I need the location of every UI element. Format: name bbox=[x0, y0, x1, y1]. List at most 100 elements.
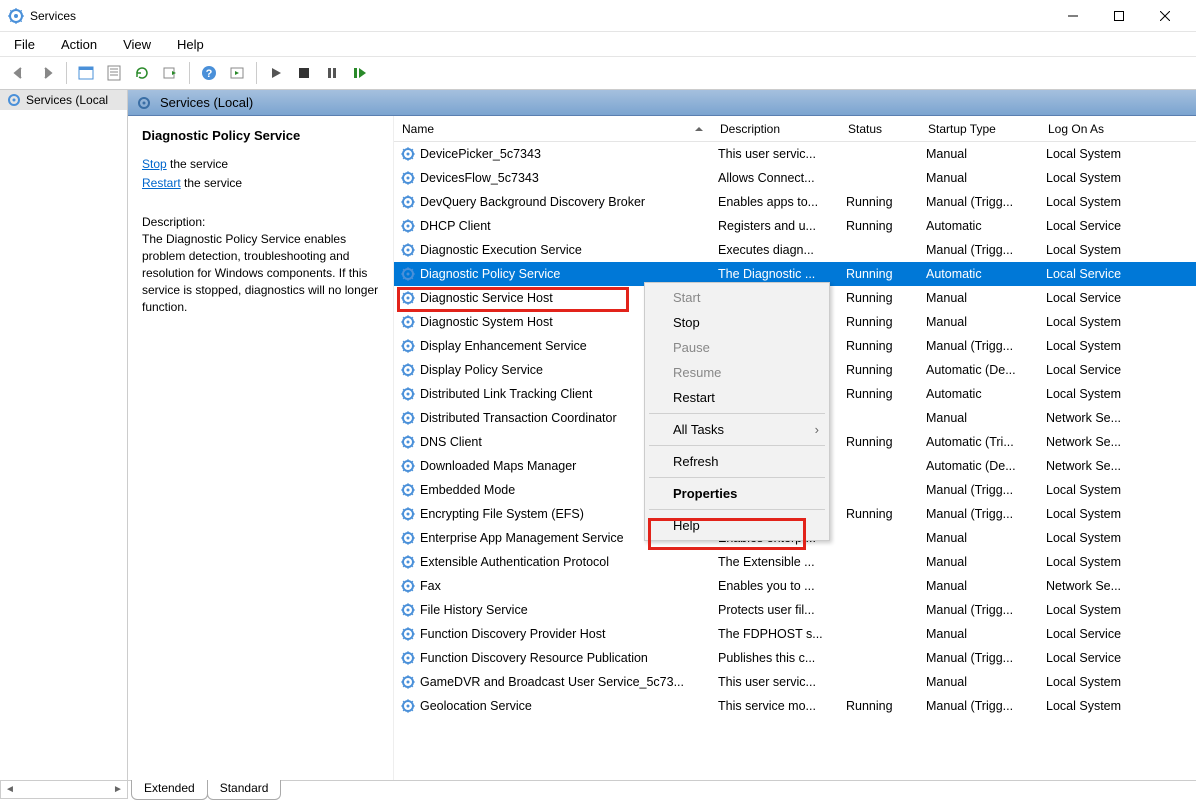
ctx-restart[interactable]: Restart bbox=[645, 385, 829, 410]
column-startup-type[interactable]: Startup Type bbox=[920, 116, 1040, 141]
service-row[interactable]: DHCP ClientRegisters and u...RunningAuto… bbox=[394, 214, 1196, 238]
ctx-properties[interactable]: Properties bbox=[645, 481, 829, 506]
cell-logon: Local Service bbox=[1040, 219, 1140, 233]
cell-description: Allows Connect... bbox=[712, 171, 840, 185]
list-header: Name Description Status Startup Type Log… bbox=[394, 116, 1196, 142]
service-row[interactable]: Function Discovery Provider HostThe FDPH… bbox=[394, 622, 1196, 646]
cell-logon: Local System bbox=[1040, 675, 1140, 689]
maximize-button[interactable] bbox=[1096, 0, 1142, 31]
cell-logon: Local System bbox=[1040, 171, 1140, 185]
cell-logon: Local System bbox=[1040, 315, 1140, 329]
service-row[interactable]: DevicePicker_5c7343This user servic...Ma… bbox=[394, 142, 1196, 166]
help-toolbar-button[interactable]: ? bbox=[196, 60, 222, 86]
run-toolbar-button[interactable] bbox=[224, 60, 250, 86]
cell-logon: Network Se... bbox=[1040, 411, 1140, 425]
cell-status: Running bbox=[840, 267, 920, 281]
menu-help[interactable]: Help bbox=[173, 35, 208, 54]
pause-service-button[interactable] bbox=[319, 60, 345, 86]
cell-status: Running bbox=[840, 387, 920, 401]
stop-link[interactable]: Stop bbox=[142, 157, 167, 171]
service-row[interactable]: FaxEnables you to ...ManualNetwork Se... bbox=[394, 574, 1196, 598]
menu-view[interactable]: View bbox=[119, 35, 155, 54]
gear-icon bbox=[136, 95, 152, 111]
cell-description: Registers and u... bbox=[712, 219, 840, 233]
forward-button[interactable] bbox=[34, 60, 60, 86]
cell-logon: Local Service bbox=[1040, 651, 1140, 665]
cell-status: Running bbox=[840, 315, 920, 329]
list-pane: Name Description Status Startup Type Log… bbox=[394, 116, 1196, 780]
service-row[interactable]: DevicesFlow_5c7343Allows Connect... Manua… bbox=[394, 166, 1196, 190]
info-pane: Diagnostic Policy Service Stop the servi… bbox=[128, 116, 394, 780]
ctx-stop[interactable]: Stop bbox=[645, 310, 829, 335]
cell-logon: Local System bbox=[1040, 387, 1140, 401]
cell-name: DevicesFlow_5c7343 bbox=[394, 170, 712, 186]
menu-action[interactable]: Action bbox=[57, 35, 101, 54]
back-button[interactable] bbox=[6, 60, 32, 86]
cell-name: Function Discovery Provider Host bbox=[394, 626, 712, 642]
cell-startup: Manual bbox=[920, 675, 1040, 689]
ctx-refresh[interactable]: Refresh bbox=[645, 449, 829, 474]
restart-service-button[interactable] bbox=[347, 60, 373, 86]
cell-logon: Local System bbox=[1040, 195, 1140, 209]
service-row[interactable]: GameDVR and Broadcast User Service_5c73.… bbox=[394, 670, 1196, 694]
cell-startup: Manual (Trigg... bbox=[920, 195, 1040, 209]
service-row[interactable]: File History ServiceProtects user fil...… bbox=[394, 598, 1196, 622]
tree-item-services-local[interactable]: Services (Local bbox=[0, 90, 127, 110]
minimize-button[interactable] bbox=[1050, 0, 1096, 31]
cell-description: The Diagnostic ... bbox=[712, 267, 840, 281]
ctx-start: Start bbox=[645, 285, 829, 310]
column-status[interactable]: Status bbox=[840, 116, 920, 141]
service-row[interactable]: Geolocation ServiceThis service mo...Run… bbox=[394, 694, 1196, 718]
restart-link[interactable]: Restart bbox=[142, 176, 181, 190]
service-row[interactable]: DevQuery Background Discovery BrokerEnab… bbox=[394, 190, 1196, 214]
service-row[interactable]: Diagnostic Execution ServiceExecutes dia… bbox=[394, 238, 1196, 262]
ctx-help[interactable]: Help bbox=[645, 513, 829, 538]
cell-startup: Automatic bbox=[920, 267, 1040, 281]
cell-startup: Manual (Trigg... bbox=[920, 651, 1040, 665]
cell-logon: Local System bbox=[1040, 603, 1140, 617]
cell-startup: Automatic (De... bbox=[920, 459, 1040, 473]
tab-title: Services (Local) bbox=[160, 95, 253, 110]
service-row[interactable]: Extensible Authentication ProtocolThe Ex… bbox=[394, 550, 1196, 574]
cell-description: The Extensible ... bbox=[712, 555, 840, 569]
show-hide-tree-button[interactable] bbox=[73, 60, 99, 86]
toolbar: ? bbox=[0, 56, 1196, 90]
ctx-all-tasks[interactable]: All Tasks bbox=[645, 417, 829, 442]
cell-name: DHCP Client bbox=[394, 218, 712, 234]
cell-name: Function Discovery Resource Publication bbox=[394, 650, 712, 666]
cell-description: Protects user fil... bbox=[712, 603, 840, 617]
cell-logon: Local System bbox=[1040, 507, 1140, 521]
column-description[interactable]: Description bbox=[712, 116, 840, 141]
export-list-button[interactable] bbox=[157, 60, 183, 86]
cell-name: File History Service bbox=[394, 602, 712, 618]
start-service-button[interactable] bbox=[263, 60, 289, 86]
cell-startup: Automatic bbox=[920, 387, 1040, 401]
cell-logon: Local System bbox=[1040, 147, 1140, 161]
properties-toolbar-button[interactable] bbox=[101, 60, 127, 86]
tab-extended[interactable]: Extended bbox=[131, 780, 208, 800]
cell-description: The FDPHOST s... bbox=[712, 627, 840, 641]
cell-startup: Manual bbox=[920, 531, 1040, 545]
cell-logon: Network Se... bbox=[1040, 459, 1140, 473]
cell-logon: Local System bbox=[1040, 555, 1140, 569]
close-button[interactable] bbox=[1142, 0, 1188, 31]
refresh-toolbar-button[interactable] bbox=[129, 60, 155, 86]
service-row[interactable]: Function Discovery Resource PublicationP… bbox=[394, 646, 1196, 670]
svg-text:?: ? bbox=[206, 68, 213, 80]
selected-service-name: Diagnostic Policy Service bbox=[142, 128, 379, 143]
cell-status: Running bbox=[840, 435, 920, 449]
cell-logon: Local Service bbox=[1040, 267, 1140, 281]
menu-file[interactable]: File bbox=[10, 35, 39, 54]
column-log-on-as[interactable]: Log On As bbox=[1040, 116, 1140, 141]
cell-startup: Manual bbox=[920, 627, 1040, 641]
stop-service-button[interactable] bbox=[291, 60, 317, 86]
description-label: Description: bbox=[142, 215, 379, 229]
column-name[interactable]: Name bbox=[394, 116, 712, 141]
cell-startup: Manual bbox=[920, 171, 1040, 185]
gear-icon bbox=[6, 92, 22, 108]
tab-standard[interactable]: Standard bbox=[207, 780, 282, 800]
cell-description: Enables you to ... bbox=[712, 579, 840, 593]
cell-name: Extensible Authentication Protocol bbox=[394, 554, 712, 570]
horizontal-scrollbar: ◄► bbox=[0, 781, 128, 799]
cell-startup: Automatic bbox=[920, 219, 1040, 233]
